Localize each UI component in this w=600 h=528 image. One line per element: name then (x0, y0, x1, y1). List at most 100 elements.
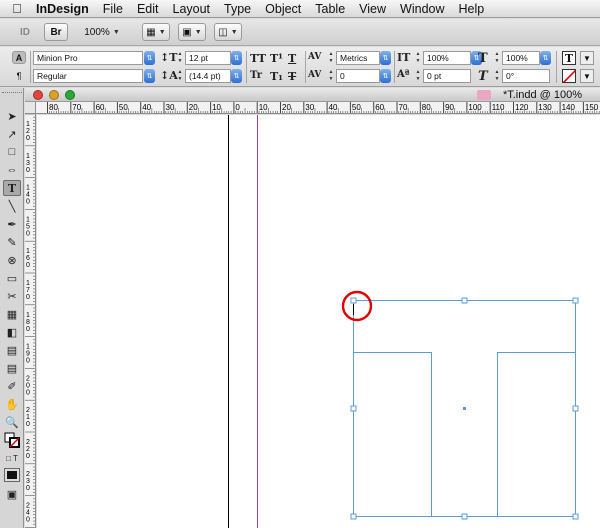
handle-middle-left[interactable] (350, 405, 357, 412)
fill-stroke-icon[interactable] (3, 432, 21, 448)
vertical-scale-field[interactable]: 100% (423, 51, 471, 65)
character-formatting-icon[interactable]: A (12, 51, 26, 64)
menu-object[interactable]: Object (258, 0, 308, 18)
handle-top-left[interactable] (350, 297, 357, 304)
formatting-affects-icon[interactable]: □ T (3, 450, 21, 466)
leading-dropdown-icon[interactable]: ⇅ (231, 69, 242, 83)
superscript-icon[interactable]: T¹ (270, 52, 283, 65)
pen-tool-icon[interactable]: ✒ (3, 216, 21, 232)
font-size-stepper[interactable]: ▲ ▼ (176, 51, 184, 65)
font-family-dropdown-icon[interactable]: ⇅ (144, 51, 155, 65)
close-window-button[interactable] (33, 90, 43, 100)
handle-bottom-left[interactable] (350, 513, 357, 520)
gradient-feather-tool-icon[interactable]: ▤ (3, 342, 21, 358)
subscript-icon[interactable]: T₁ (270, 70, 283, 83)
horizontal-scale-dropdown-icon[interactable]: ⇅ (540, 51, 551, 65)
scissors-tool-icon[interactable]: ✂ (3, 288, 21, 304)
handle-middle-right[interactable] (572, 405, 579, 412)
font-style-field[interactable]: Regular (33, 69, 143, 83)
indesign-logo: ID (20, 26, 30, 38)
strikethrough-icon[interactable]: T (288, 70, 296, 83)
zoom-window-button[interactable] (65, 90, 75, 100)
vertical-scale-stepper[interactable]: ▲ ▼ (414, 51, 422, 65)
menu-edit[interactable]: Edit (130, 0, 166, 18)
view-options-button[interactable]: ▦ ▼ (142, 23, 170, 41)
ruler-label: 2 (26, 128, 30, 135)
line-tool-icon[interactable]: ╲ (3, 198, 21, 214)
font-size-field[interactable]: 12 pt (185, 51, 231, 65)
skew-field[interactable]: 0° (502, 69, 550, 83)
tracking-dropdown-icon[interactable]: ⇅ (380, 69, 391, 83)
tracking-field[interactable]: 0 (336, 69, 380, 83)
rectangle-frame-tool-icon[interactable]: ⊗ (3, 252, 21, 268)
baseline-shift-stepper[interactable]: ▲ ▼ (414, 69, 422, 83)
rectangle-tool-icon[interactable]: ▭ (3, 270, 21, 286)
eyedropper-tool-icon[interactable]: ✐ (3, 378, 21, 394)
menu-file[interactable]: File (96, 0, 130, 18)
stroke-dropdown-icon[interactable]: ▼ (580, 69, 594, 83)
menu-layout[interactable]: Layout (166, 0, 218, 18)
menu-app-indesign[interactable]: InDesign (34, 0, 96, 18)
gap-tool-icon[interactable]: ⇔ (3, 162, 21, 178)
ruler-label: 30 (166, 103, 175, 112)
handle-bottom-center[interactable] (461, 513, 468, 520)
page-tool-icon[interactable]: □ (3, 144, 21, 160)
horizontal-scale-stepper[interactable]: ▲ ▼ (493, 51, 501, 65)
text-stroke-swatch[interactable] (562, 69, 576, 83)
apple-icon[interactable]:  (0, 1, 34, 16)
view-mode-icon[interactable] (3, 466, 21, 484)
gradient-tool-icon[interactable]: ◧ (3, 324, 21, 340)
panel-grip[interactable] (2, 89, 22, 93)
pencil-tool-icon[interactable]: ✎ (3, 234, 21, 250)
direct-selection-tool-icon[interactable]: ↗ (3, 126, 21, 142)
minimize-window-button[interactable] (49, 90, 59, 100)
menu-type[interactable]: Type (217, 0, 258, 18)
ruler-label: 30 (305, 103, 314, 112)
zoom-tool-icon[interactable]: 🔍 (3, 414, 21, 430)
all-caps-icon[interactable]: TT (250, 52, 266, 65)
text-fill-swatch[interactable]: T (562, 51, 576, 65)
font-family-field[interactable]: Minion Pro (33, 51, 143, 65)
leading-stepper[interactable]: ▲ ▼ (176, 69, 184, 83)
kerning-stepper[interactable]: ▲ ▼ (327, 51, 335, 65)
bridge-button[interactable]: Br (44, 23, 68, 41)
screen-mode-button[interactable]: ▣ ▼ (178, 23, 206, 41)
kerning-dropdown-icon[interactable]: ⇅ (380, 51, 391, 65)
page-artwork (228, 115, 579, 528)
kerning-field[interactable]: Metrics (336, 51, 380, 65)
font-size-dropdown-icon[interactable]: ⇅ (231, 51, 242, 65)
arrange-documents-button[interactable]: ◫ ▼ (214, 23, 242, 41)
handle-bottom-right[interactable] (572, 513, 579, 520)
paragraph-formatting-icon[interactable]: ¶ (12, 69, 26, 82)
document-canvas[interactable] (37, 115, 600, 528)
menu-table[interactable]: Table (308, 0, 352, 18)
vertical-ruler[interactable]: 120130140150160170180190200210220230240 (25, 114, 36, 528)
ruler-origin[interactable] (25, 102, 36, 114)
underline-icon[interactable]: T (288, 52, 296, 65)
font-style-dropdown-icon[interactable]: ⇅ (144, 69, 155, 83)
menu-window[interactable]: Window (393, 0, 451, 18)
leading-field[interactable]: (14.4 pt) (185, 69, 231, 83)
ruler-label: 60 (96, 103, 105, 112)
menu-help[interactable]: Help (452, 0, 492, 18)
menu-view[interactable]: View (352, 0, 393, 18)
free-transform-tool-icon[interactable]: ▦ (3, 306, 21, 322)
horizontal-ruler[interactable]: 80 70 60 50 40 30 20 10 0 10 20 30 40 50 60 70 80 90 100 11… (36, 102, 600, 114)
tracking-stepper[interactable]: ▲ ▼ (327, 69, 335, 83)
hand-tool-icon[interactable]: ✋ (3, 396, 21, 412)
fill-dropdown-icon[interactable]: ▼ (580, 51, 594, 65)
horizontal-scale-icon: T (478, 51, 488, 66)
small-caps-icon[interactable]: Tr (250, 70, 262, 81)
ruler-label: 0 (26, 262, 30, 269)
horizontal-scale-field[interactable]: 100% (502, 51, 540, 65)
zoom-level-dropdown[interactable]: 100% ▼ (80, 23, 124, 41)
ruler-label: 1 (26, 312, 30, 319)
screen-mode-tool-icon[interactable]: ▣ (3, 486, 21, 502)
type-tool-icon[interactable]: T (3, 180, 21, 196)
note-tool-icon[interactable]: ▤ (3, 360, 21, 376)
handle-top-center[interactable] (461, 297, 468, 304)
handle-top-right[interactable] (572, 297, 579, 304)
skew-stepper[interactable]: ▲ ▼ (493, 69, 501, 83)
selection-tool-icon[interactable]: ➤ (3, 108, 21, 124)
baseline-shift-field[interactable]: 0 pt (423, 69, 471, 83)
